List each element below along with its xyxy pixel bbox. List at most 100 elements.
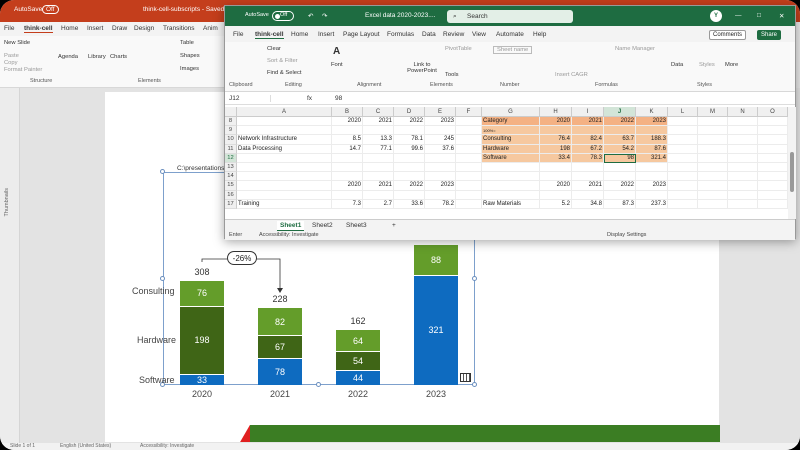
xl-tab-page-layout[interactable]: Page Layout xyxy=(343,31,380,38)
cell-L9[interactable] xyxy=(668,126,698,136)
cell-J10[interactable]: 63.7 xyxy=(604,135,636,145)
find-select-button[interactable]: Find & Select xyxy=(267,70,301,76)
column-header-I[interactable]: I xyxy=(572,107,604,117)
row-header-13[interactable]: 13 xyxy=(225,163,237,173)
cell-G14[interactable] xyxy=(482,172,540,182)
cell-N17[interactable] xyxy=(728,199,758,209)
row-header-8[interactable]: 8 xyxy=(225,117,237,127)
cell-L17[interactable] xyxy=(668,199,698,209)
cell-J14[interactable] xyxy=(604,172,636,182)
cell-G11[interactable]: Hardware xyxy=(482,144,540,154)
cell-J13[interactable] xyxy=(604,163,636,173)
cell-G8[interactable]: Category xyxy=(482,117,540,127)
cell-G15[interactable] xyxy=(482,181,540,191)
cell-C10[interactable]: 13.3 xyxy=(363,135,394,145)
font-button[interactable]: Font xyxy=(331,62,343,68)
cell-N10[interactable] xyxy=(728,135,758,145)
cell-B15[interactable]: 2020 xyxy=(332,181,363,191)
cell-F10[interactable] xyxy=(456,135,482,145)
cell-O14[interactable] xyxy=(758,172,788,182)
cell-G16[interactable] xyxy=(482,190,540,200)
cell-A10[interactable]: Network Infrastructure xyxy=(237,135,332,145)
row-header-16[interactable]: 16 xyxy=(225,190,237,200)
xl-status-accessibility[interactable]: Accessibility: Investigate xyxy=(259,232,319,238)
cell-B8[interactable]: 2020 xyxy=(332,117,363,127)
column-header-D[interactable]: D xyxy=(394,107,425,117)
column-header-C[interactable]: C xyxy=(363,107,394,117)
avatar[interactable]: Y xyxy=(710,10,722,22)
link-to-powerpoint-button[interactable]: Link to PowerPoint xyxy=(403,62,441,74)
cell-G17[interactable]: Raw Materials xyxy=(482,199,540,209)
bar-segment-software-2020[interactable]: 33 xyxy=(180,373,224,385)
xl-tab-help[interactable]: Help xyxy=(533,31,546,38)
row-header-9[interactable]: 9 xyxy=(225,126,237,136)
pivot-table-button[interactable]: PivotTable xyxy=(445,46,472,52)
cell-F9[interactable] xyxy=(456,126,482,136)
spreadsheet-grid[interactable]: A B C D E F G H I J K L M N O 8 2020 2021 2022 2023 Category… xyxy=(225,107,788,219)
cell-K11[interactable]: 87.6 xyxy=(636,144,668,154)
cell-F8[interactable] xyxy=(456,117,482,127)
cell-A11[interactable]: Data Processing xyxy=(237,144,332,154)
cell-H12[interactable]: 33.4 xyxy=(540,153,572,163)
cell-D12[interactable] xyxy=(394,153,425,163)
cell-I17[interactable]: 34.8 xyxy=(572,199,604,209)
column-header-O[interactable]: O xyxy=(758,107,788,117)
xl-tab-review[interactable]: Review xyxy=(443,31,464,38)
cell-O9[interactable] xyxy=(758,126,788,136)
xl-tab-data[interactable]: Data xyxy=(422,31,436,38)
cell-F11[interactable] xyxy=(456,144,482,154)
excel-window[interactable]: AutoSave Off ↶ ↷ Excel data 2020-2023...… xyxy=(224,5,796,240)
bar-segment-software-2023[interactable]: 321 xyxy=(414,274,458,385)
cell-C8[interactable]: 2021 xyxy=(363,117,394,127)
cell-I16[interactable] xyxy=(572,190,604,200)
insert-cagr-button[interactable]: Insert CAGR xyxy=(555,72,588,78)
cell-G10[interactable]: Consulting xyxy=(482,135,540,145)
cell-A16[interactable] xyxy=(237,190,332,200)
column-header-B[interactable]: B xyxy=(332,107,363,117)
cell-A9[interactable] xyxy=(237,126,332,136)
cell-O8[interactable] xyxy=(758,117,788,127)
cell-G12[interactable]: Software xyxy=(482,153,540,163)
bar-segment-software-2022[interactable]: 44 xyxy=(336,369,380,385)
cell-K14[interactable] xyxy=(636,172,668,182)
share-button[interactable]: Share xyxy=(757,30,782,40)
cell-E11[interactable]: 37.6 xyxy=(425,144,456,154)
cell-D9[interactable] xyxy=(394,126,425,136)
xl-tab-home[interactable]: Home xyxy=(291,31,308,38)
cell-M15[interactable] xyxy=(698,181,728,191)
vertical-scrollbar[interactable] xyxy=(788,107,796,219)
sheet-tab-3[interactable]: Sheet3 xyxy=(343,221,370,230)
cell-N14[interactable] xyxy=(728,172,758,182)
cell-O17[interactable] xyxy=(758,199,788,209)
function-icon[interactable]: fx xyxy=(307,95,312,102)
cell-B9[interactable] xyxy=(332,126,363,136)
column-header-N[interactable]: N xyxy=(728,107,758,117)
cell-N16[interactable] xyxy=(728,190,758,200)
cell-B13[interactable] xyxy=(332,163,363,173)
cell-O11[interactable] xyxy=(758,144,788,154)
cell-I9[interactable] xyxy=(572,126,604,136)
column-header-G[interactable]: G xyxy=(482,107,540,117)
row-header-12[interactable]: 12 xyxy=(225,153,237,163)
cell-B10[interactable]: 8.5 xyxy=(332,135,363,145)
cell-K8[interactable]: 2023 xyxy=(636,117,668,127)
comments-button[interactable]: Comments xyxy=(709,30,747,40)
display-settings-button[interactable]: Display Settings xyxy=(607,232,646,238)
sheet-tab-1[interactable]: Sheet1 xyxy=(277,221,305,231)
cell-I11[interactable]: 67.2 xyxy=(572,144,604,154)
data-button[interactable]: Data xyxy=(671,62,683,68)
select-all-corner[interactable] xyxy=(225,107,237,117)
sheet-name-field[interactable]: Sheet name xyxy=(493,46,533,54)
cell-M14[interactable] xyxy=(698,172,728,182)
cell-K13[interactable] xyxy=(636,163,668,173)
cell-C11[interactable]: 77.1 xyxy=(363,144,394,154)
column-header-H[interactable]: H xyxy=(540,107,572,117)
cell-N9[interactable] xyxy=(728,126,758,136)
maximize-icon[interactable]: □ xyxy=(757,12,761,19)
cell-D14[interactable] xyxy=(394,172,425,182)
cell-F14[interactable] xyxy=(456,172,482,182)
cell-H8[interactable]: 2020 xyxy=(540,117,572,127)
cell-M8[interactable] xyxy=(698,117,728,127)
cell-J12[interactable]: 98 xyxy=(604,153,636,163)
cell-N13[interactable] xyxy=(728,163,758,173)
